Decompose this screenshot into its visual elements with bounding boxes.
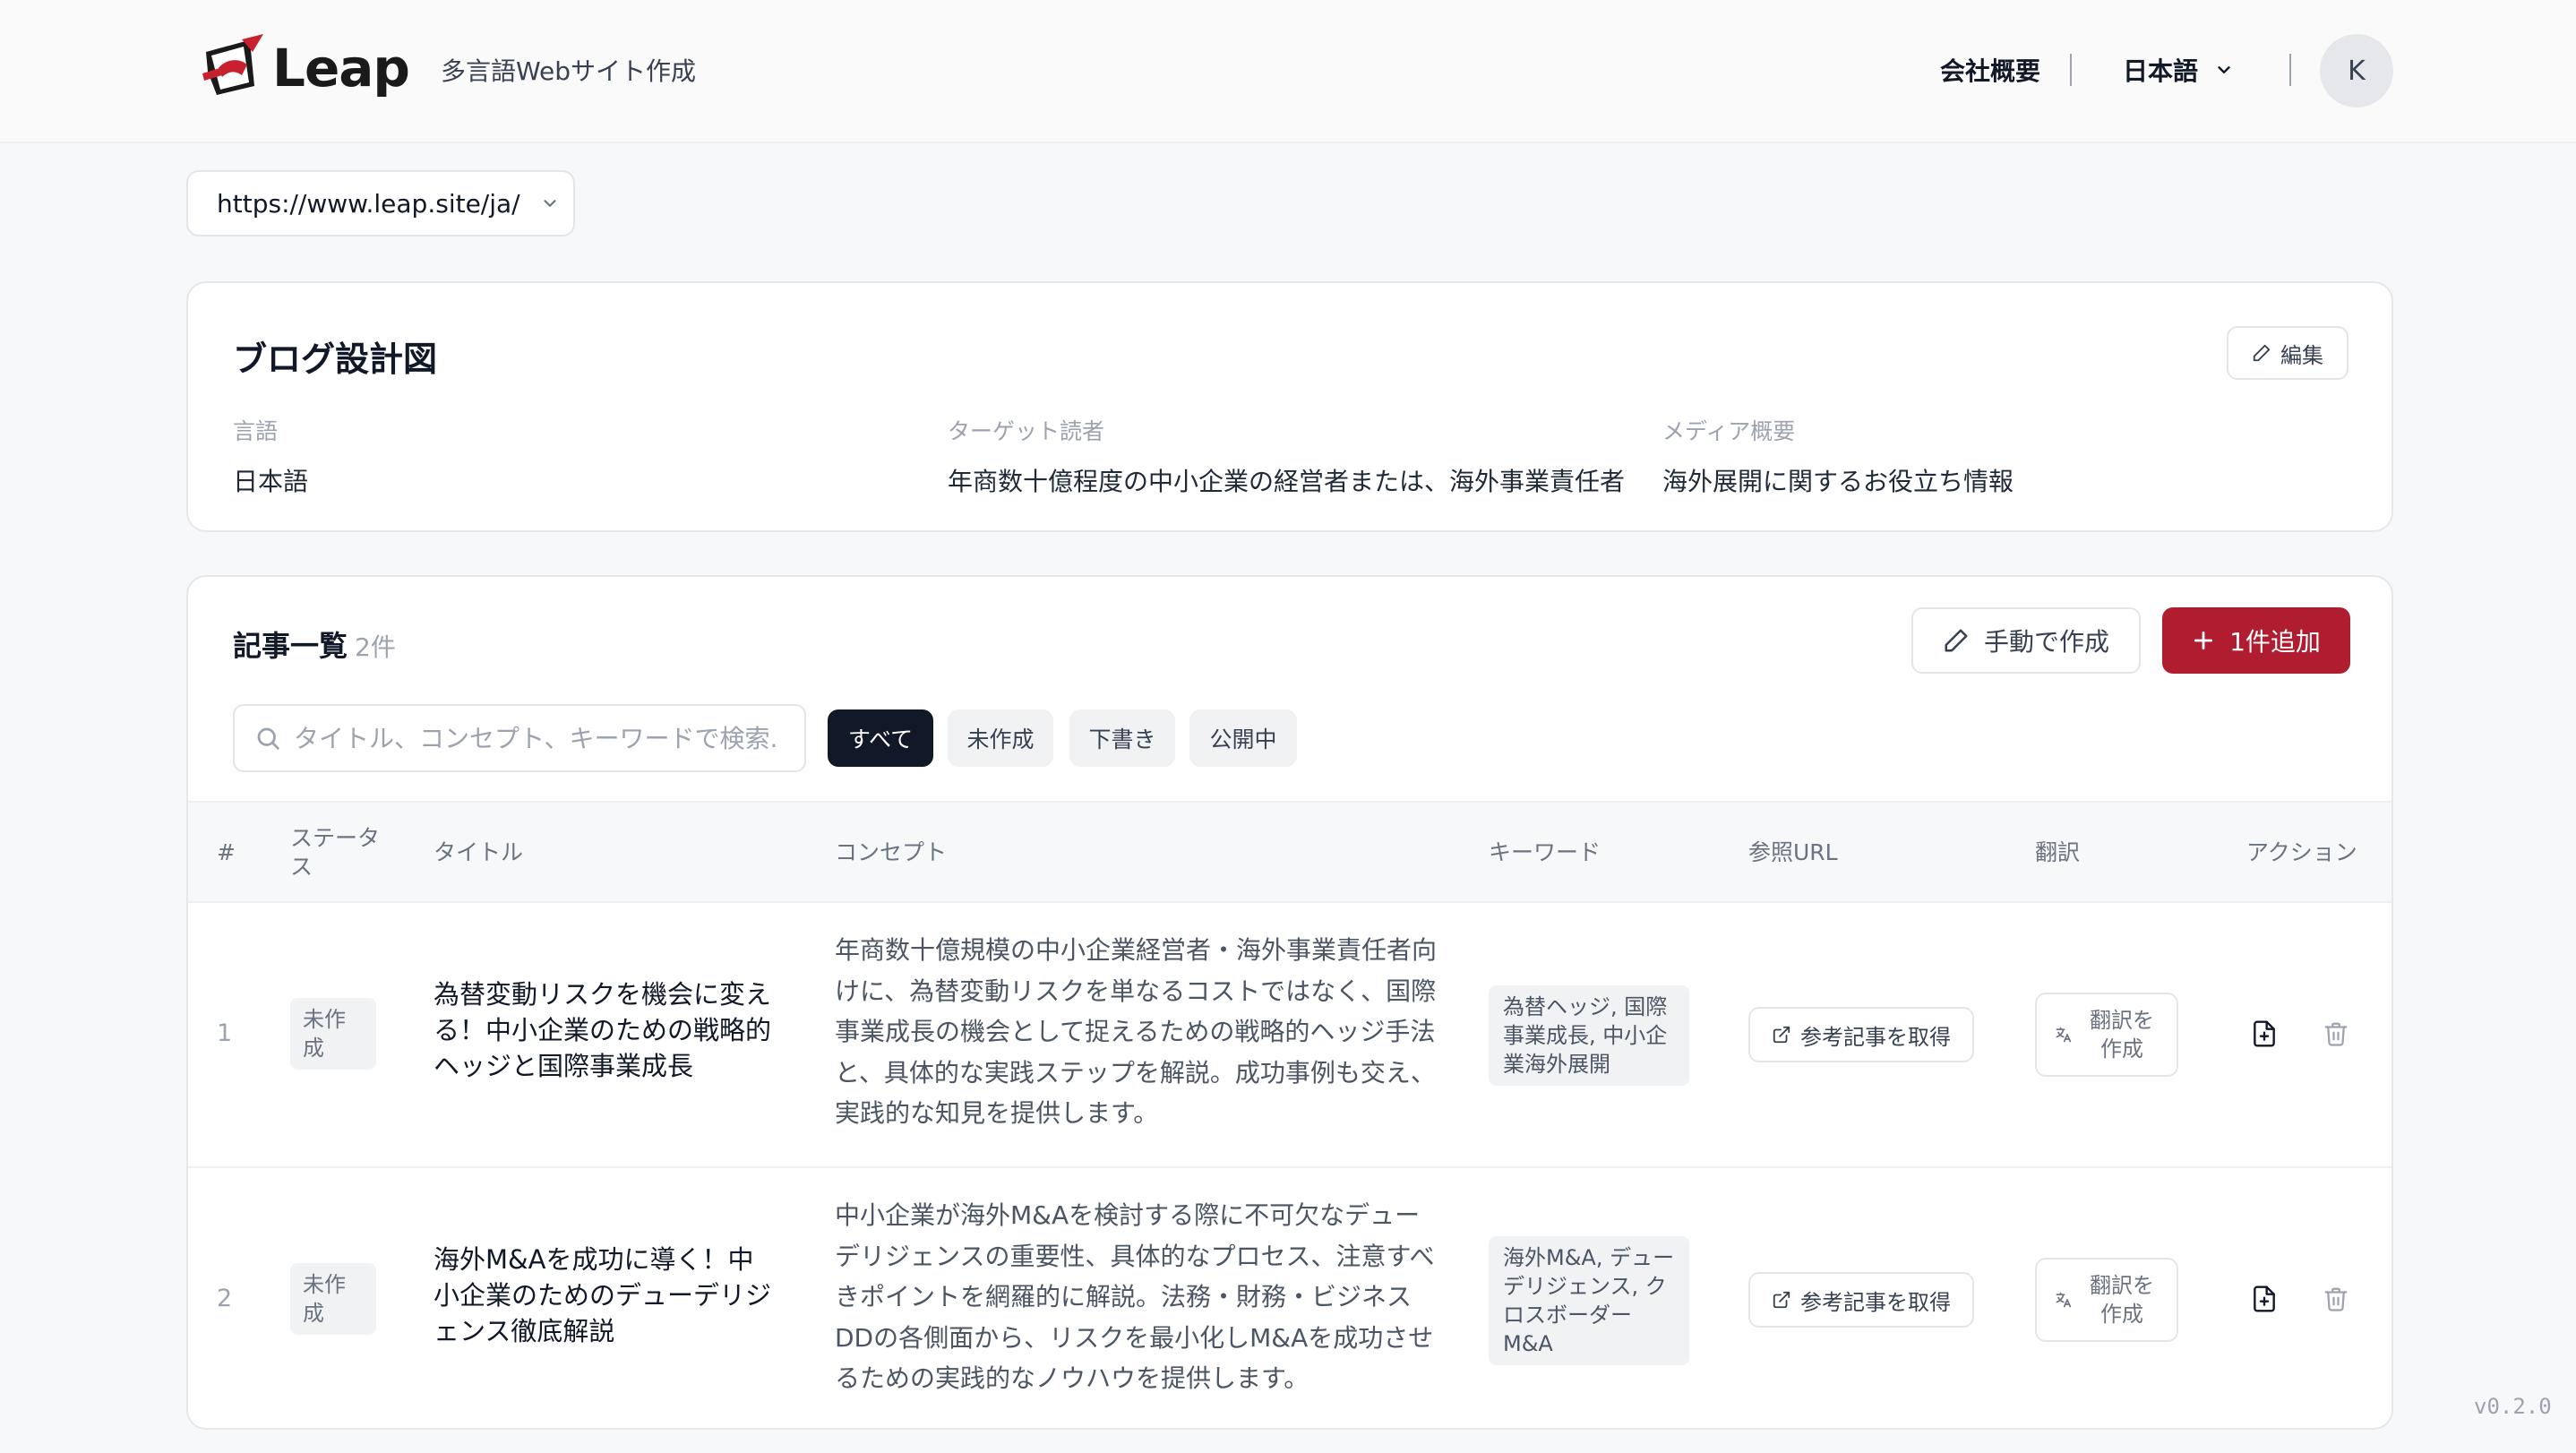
status-badge: 未作成 [290,1263,376,1335]
chevron-down-icon [2218,66,2230,73]
site-url-selector[interactable]: https://www.leap.site/ja/ [186,170,575,236]
translate-icon [2056,1292,2072,1308]
blueprint-field-language: 言語 日本語 [233,414,308,498]
create-translation-button[interactable]: 翻訳を作成 [2035,993,2178,1077]
delete-article-button[interactable] [2318,1016,2354,1052]
add-article-label: 1件追加 [2229,627,2321,657]
status-badge: 未作成 [290,998,376,1070]
create-translation-label: 翻訳を作成 [2090,1273,2154,1327]
article-search[interactable] [233,704,806,772]
create-translation-label: 翻訳を作成 [2090,1008,2154,1062]
language-label: 日本語 [2123,56,2199,86]
article-list-card: 記事一覧2件 手動で作成 1件追加 すべて 未作成 下書き 公開中 # ステータ… [186,575,2393,1430]
nav-divider [2289,54,2291,86]
article-concept: 年商数十億規模の中小企業経営者・海外事業責任者向けに、為替変動リスクを単なるコス… [835,935,1438,1128]
col-translation: 翻訳 [2035,839,2081,865]
col-keywords: キーワード [1489,839,1601,865]
edit-label: 編集 [2280,342,2323,368]
create-article-file-icon[interactable] [2246,1281,2282,1317]
col-ref-url: 参照URL [1748,839,1838,865]
site-url-value: https://www.leap.site/ja/ [217,188,520,219]
edit-blueprint-button[interactable]: 編集 [2227,326,2348,380]
table-row: 2 未作成 海外M&Aを成功に導く！中小企業のためのデューデリジェンス徹底解説 … [188,1166,2391,1428]
manual-create-button[interactable]: 手動で作成 [1911,607,2141,674]
fetch-reference-label: 参考記事を取得 [1800,1289,1951,1315]
article-list-title: 記事一覧 2件 [233,623,396,665]
version-label: v0.2.0 [2474,1394,2552,1419]
avatar[interactable]: K [2320,34,2393,107]
field-label: ターゲット読者 [948,418,1105,444]
col-status: ステータス [290,825,381,880]
blueprint-field-media-overview: メディア概要 海外展開に関するお役立ち情報 [1662,414,2014,498]
article-title[interactable]: 為替変動リスクを機会に変える！中小企業のための戦略的ヘッジと国際事業成長 [434,976,774,1084]
field-label: メディア概要 [1662,418,1796,444]
row-number: 1 [217,1019,233,1047]
field-value: 海外展開に関するお役立ち情報 [1662,467,2014,496]
translate-icon [2056,1027,2072,1043]
logo-text: Leap [272,38,410,99]
create-translation-button[interactable]: 翻訳を作成 [2035,1258,2178,1342]
external-link-icon [1773,1291,1790,1309]
field-label: 言語 [233,418,279,444]
manual-create-label: 手動で作成 [1983,627,2109,657]
chevron-down-icon [544,200,556,207]
logo[interactable]: Leap [199,32,410,104]
col-concept: コンセプト [835,839,948,865]
avatar-initial: K [2348,55,2366,87]
nav-company-link[interactable]: 会社概要 [1940,52,2040,88]
app-header: Leap 多言語Webサイト作成 会社概要 日本語 K [0,0,2576,143]
file-plus-icon [2254,1285,2275,1312]
table-header: # ステータス タイトル コンセプト キーワード 参照URL 翻訳 アクション [188,801,2391,903]
row-number: 2 [217,1285,233,1312]
article-list-heading: 記事一覧 [233,629,348,663]
article-keywords: 海外M&A, デューデリジェンス, クロスボーダーM&A [1489,1236,1689,1365]
col-title: タイトル [434,839,524,865]
field-value: 年商数十億程度の中小企業の経営者または、海外事業責任者 [948,467,1626,496]
external-link-icon [1773,1026,1790,1044]
tagline: 多言語Webサイト作成 [441,56,697,86]
add-article-button[interactable]: 1件追加 [2162,607,2350,674]
fetch-reference-label: 参考記事を取得 [1800,1024,1951,1050]
article-keywords: 為替ヘッジ, 国際事業成長, 中小企業海外展開 [1489,985,1689,1086]
col-actions: アクション [2246,839,2357,865]
fetch-reference-button[interactable]: 参考記事を取得 [1748,1007,1974,1062]
filter-not-created[interactable]: 未作成 [948,709,1053,767]
table-row: 1 未作成 為替変動リスクを機会に変える！中小企業のための戦略的ヘッジと国際事業… [188,903,2391,1166]
plus-icon [2194,631,2213,650]
trash-icon [2324,1287,2348,1311]
blog-blueprint-card: ブログ設計図 編集 言語 日本語 ターゲット読者 年商数十億程度の中小企業の経営… [186,281,2393,532]
delete-article-button[interactable] [2318,1281,2354,1317]
field-value: 日本語 [233,467,309,496]
article-title[interactable]: 海外M&Aを成功に導く！中小企業のためのデューデリジェンス徹底解説 [434,1242,774,1349]
blueprint-field-target-reader: ターゲット読者 年商数十億程度の中小企業の経営者または、海外事業責任者 [948,414,1625,498]
trash-icon [2324,1022,2348,1046]
col-num: # [217,839,236,865]
blueprint-title: ブログ設計図 [233,340,438,379]
article-concept: 中小企業が海外M&Aを検討する際に不可欠なデューデリジェンスの重要性、具体的なプ… [835,1200,1435,1393]
pencil-icon [2253,344,2271,362]
language-selector[interactable]: 日本語 [2123,52,2234,88]
leap-logo-icon [202,34,263,95]
fetch-reference-button[interactable]: 参考記事を取得 [1748,1272,1974,1328]
search-input[interactable] [294,723,777,753]
create-article-file-icon[interactable] [2246,1016,2282,1052]
article-count: 2件 [355,632,396,662]
file-plus-icon [2254,1020,2275,1047]
search-icon [257,727,279,750]
filter-draft[interactable]: 下書き [1069,709,1175,767]
filter-published[interactable]: 公開中 [1189,709,1297,767]
nav-divider [2070,54,2072,86]
pencil-icon [1945,629,1968,652]
filter-all[interactable]: すべて [828,709,933,767]
